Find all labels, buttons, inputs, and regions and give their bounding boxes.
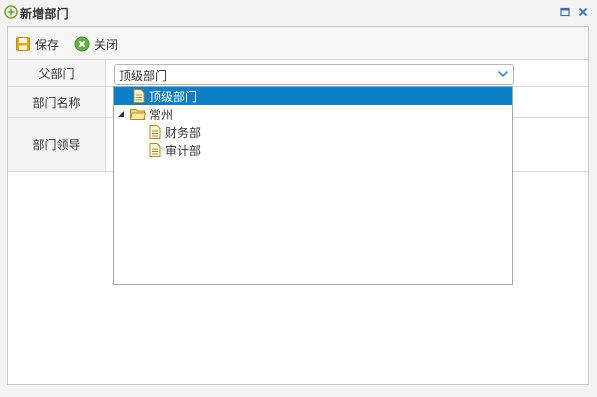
parent-dropdown-tree: 顶级部门 常州 财务部 审计部	[113, 86, 513, 285]
close-button[interactable]: 关闭	[74, 35, 118, 53]
parent-label: 父部门	[8, 60, 106, 86]
save-label: 保存	[35, 37, 60, 52]
file-icon	[133, 89, 145, 103]
tree-node-label: 常州	[149, 108, 174, 122]
tree-node-audit[interactable]: 审计部	[114, 141, 512, 159]
maximize-icon[interactable]	[559, 6, 571, 18]
close-icon	[74, 36, 90, 52]
tree-node-finance[interactable]: 财务部	[114, 123, 512, 141]
add-circle-icon	[4, 5, 18, 19]
leader-label: 部门领导	[8, 118, 106, 171]
tree-node-label: 顶级部门	[149, 90, 198, 104]
close-label: 关闭	[94, 37, 119, 52]
window-titlebar: 新增部门	[0, 0, 597, 26]
tree-node-label: 审计部	[165, 144, 202, 158]
window-title: 新增部门	[20, 7, 69, 21]
name-label: 部门名称	[8, 87, 106, 117]
tree-node-top-level[interactable]: 顶级部门	[114, 87, 512, 105]
folder-open-icon	[130, 109, 146, 120]
chevron-down-icon[interactable]	[497, 69, 509, 79]
parent-combobox[interactable]: 顶级部门	[114, 64, 514, 85]
toolbar: 保存 关闭	[8, 27, 588, 60]
tree-node-label: 财务部	[165, 126, 202, 140]
close-window-icon[interactable]	[577, 6, 589, 18]
expanded-triangle-icon[interactable]	[117, 110, 125, 118]
parent-combobox-value: 顶级部门	[119, 69, 168, 83]
form-row-parent: 父部门 顶级部门	[8, 60, 588, 87]
save-icon	[16, 37, 30, 51]
file-icon	[149, 143, 161, 157]
tree-node-changzhou[interactable]: 常州	[114, 105, 512, 123]
save-button[interactable]: 保存	[15, 35, 59, 53]
file-icon	[149, 125, 161, 139]
